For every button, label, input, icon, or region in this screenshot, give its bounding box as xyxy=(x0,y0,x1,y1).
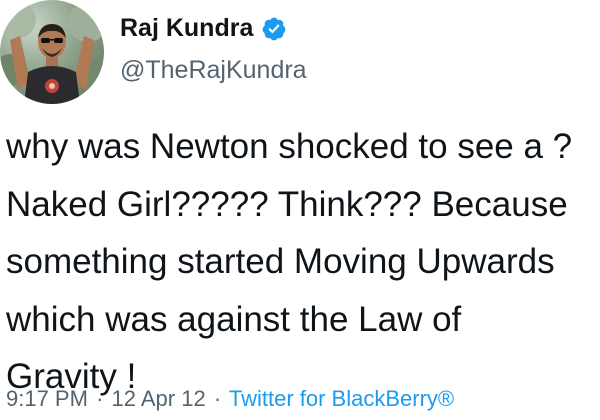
tweet-text-line: something started Moving Upwards xyxy=(6,242,555,281)
display-name[interactable]: Raj Kundra xyxy=(120,14,253,43)
tweet-text-line: Naked Girl????? Think??? Because xyxy=(6,184,568,224)
avatar-image xyxy=(0,2,104,104)
tweet-text-line: why was Newton shocked to see a ? xyxy=(6,127,573,166)
tweet-text-line: which was against the Law of xyxy=(6,299,462,339)
meta-separator: · xyxy=(96,386,104,411)
avatar[interactable] xyxy=(0,0,104,104)
tweet-card: Raj Kundra @TheRajKundra why was Newton … xyxy=(0,0,600,420)
tweet-text: why was Newton shocked to see a ? Naked … xyxy=(6,118,598,406)
tweet-source-link[interactable]: Twitter for BlackBerry® xyxy=(229,386,454,411)
tweet-time[interactable]: 9:17 PM xyxy=(6,386,88,411)
tweet-date[interactable]: 12 Apr 12 xyxy=(112,386,206,411)
tweet-meta: 9:17 PM · 12 Apr 12 · Twitter for BlackB… xyxy=(6,386,454,412)
verified-badge-icon xyxy=(262,17,286,40)
meta-separator: · xyxy=(213,386,222,411)
user-name-row[interactable]: Raj Kundra xyxy=(120,14,287,43)
user-handle[interactable]: @TheRajKundra xyxy=(120,56,307,85)
